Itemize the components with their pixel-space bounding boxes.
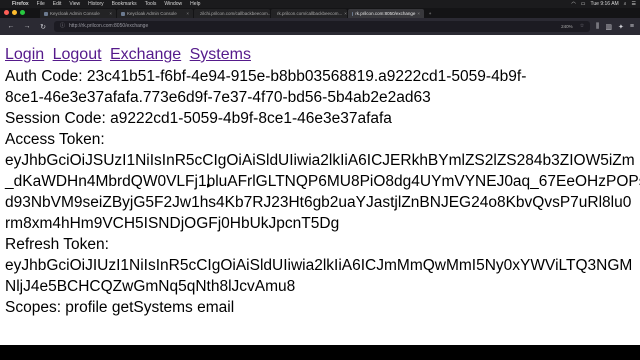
favicon-icon bbox=[44, 11, 48, 16]
menu-window[interactable]: Window bbox=[164, 0, 182, 8]
zoom-level[interactable]: 240% bbox=[558, 21, 576, 32]
tab-label: Keycloak Admin Console bbox=[127, 11, 177, 16]
close-window-icon[interactable] bbox=[4, 10, 9, 15]
reload-icon[interactable]: ↻ bbox=[38, 23, 48, 31]
logout-link[interactable]: Logout bbox=[53, 46, 102, 63]
page-content: Login Logout Exchange Systems Auth Code:… bbox=[0, 35, 640, 345]
menu-edit[interactable]: Edit bbox=[53, 0, 62, 8]
library-icon[interactable]: ⫼ bbox=[596, 23, 599, 31]
nav-links: Login Logout Exchange Systems bbox=[5, 45, 255, 65]
address-bar[interactable]: ⓘ http://rk.prilcon.com:8050/exchange 24… bbox=[54, 21, 591, 32]
minimize-window-icon[interactable] bbox=[12, 10, 17, 15]
tab-label: rk.prilcon.com:8050/exchange bbox=[355, 11, 416, 16]
wifi-icon[interactable]: ◠ bbox=[571, 0, 575, 8]
toolbar-buttons: ⫼ ▥ ✦ ≡ bbox=[596, 23, 634, 31]
tab-callback-1[interactable]: zilchi.prilcon.com/callbackbeecom... × bbox=[194, 9, 270, 18]
info-icon[interactable]: ⓘ bbox=[60, 21, 65, 32]
access-token-label: Access Token: bbox=[5, 131, 105, 148]
back-arrow-icon[interactable]: ← bbox=[6, 23, 16, 30]
auth-code-line-2: 8ce1-46e3e37afafa.773e6d9f-7e37-4f70-bd5… bbox=[5, 89, 431, 106]
refresh-token-label: Refresh Token: bbox=[5, 236, 109, 253]
close-tab-icon[interactable]: × bbox=[417, 9, 420, 18]
menu-bookmarks[interactable]: Bookmarks bbox=[112, 0, 137, 8]
navigation-toolbar: ← → ↻ ⓘ http://rk.prilcon.com:8050/excha… bbox=[0, 18, 640, 35]
window-controls bbox=[4, 10, 25, 15]
menu-file[interactable]: File bbox=[37, 0, 45, 8]
auth-code-line-1: Auth Code: 23c41b51-f6bf-4e94-915e-b8bb0… bbox=[5, 68, 527, 85]
forward-arrow-icon[interactable]: → bbox=[22, 23, 32, 30]
favicon-icon bbox=[121, 11, 125, 16]
tab-exchange[interactable]: rk.prilcon.com:8050/exchange × bbox=[348, 9, 424, 18]
battery-icon[interactable]: ▭ bbox=[581, 0, 586, 8]
access-token-line-4: rm8xm4hHm9VCH5ISNDjOGFj0HbUkJpcnT5Dg bbox=[5, 215, 340, 232]
tab-callback-2[interactable]: rk.prilcon.com/callbackbeecom... × bbox=[271, 9, 347, 18]
refresh-token-line-1: eyJhbGciOiJIUzI1NiIsInR5cCIgOiAiSldUIiwi… bbox=[5, 257, 633, 274]
menu-list-icon[interactable]: ☰ bbox=[632, 0, 636, 8]
favicon-icon bbox=[352, 11, 354, 16]
access-token-line-1: eyJhbGciOiJSUzI1NiIsInR5cCIgOiAiSldUIiwi… bbox=[5, 152, 635, 169]
close-tab-icon[interactable]: × bbox=[109, 9, 112, 18]
close-tab-icon[interactable]: × bbox=[186, 9, 189, 18]
tab-label: rk.prilcon.com/callbackbeecom... bbox=[277, 11, 343, 16]
url-text[interactable]: http://rk.prilcon.com:8050/exchange bbox=[69, 21, 554, 32]
bookmark-star-icon[interactable]: ☆ bbox=[580, 21, 584, 32]
menu-help[interactable]: Help bbox=[190, 0, 200, 8]
systems-link[interactable]: Systems bbox=[190, 46, 251, 63]
tab-label: zilchi.prilcon.com/callbackbeecom... bbox=[200, 11, 270, 16]
tab-label: Keycloak Admin Console bbox=[50, 11, 100, 16]
menu-tools[interactable]: Tools bbox=[145, 0, 157, 8]
mac-menubar: Firefox File Edit View History Bookmarks… bbox=[0, 0, 640, 8]
scopes: Scopes: profile getSystems email bbox=[5, 299, 235, 316]
status-area: ◠ ▭ Tue 9:16 AM ⌕ ☰ bbox=[571, 0, 636, 8]
extensions-icon[interactable]: ✦ bbox=[618, 23, 624, 31]
sidebar-icon[interactable]: ▥ bbox=[605, 23, 612, 31]
tab-keycloak-1[interactable]: Keycloak Admin Console × bbox=[40, 9, 116, 18]
tab-keycloak-2[interactable]: Keycloak Admin Console × bbox=[117, 9, 193, 18]
search-icon[interactable]: ⌕ bbox=[624, 0, 627, 8]
access-token-line-3: d93NbVM9seiZByjG5F2Jw1hs4Kb7RJ23Ht6gb2ua… bbox=[5, 194, 632, 211]
bottom-letterbox bbox=[0, 345, 640, 360]
app-menu-icon[interactable]: ≡ bbox=[630, 23, 634, 31]
new-tab-button[interactable]: + bbox=[425, 9, 435, 18]
exchange-link[interactable]: Exchange bbox=[110, 46, 181, 63]
mouse-cursor-icon: ▸ bbox=[207, 181, 212, 190]
maximize-window-icon[interactable] bbox=[20, 10, 25, 15]
login-link[interactable]: Login bbox=[5, 46, 44, 63]
refresh-token-line-2: NljJ4e5BCHCQZwGmNq5qNth8lJcvAmu8 bbox=[5, 278, 296, 295]
menu-view[interactable]: View bbox=[69, 0, 80, 8]
menu-history[interactable]: History bbox=[88, 0, 104, 8]
clock[interactable]: Tue 9:16 AM bbox=[591, 0, 619, 8]
close-tab-icon[interactable]: × bbox=[344, 9, 347, 18]
access-token-line-2: _dKaWDHn4MbrdQW0VLFj1bluAFrlGLTNQP6MU8Pi… bbox=[5, 173, 640, 190]
tab-strip: Keycloak Admin Console × Keycloak Admin … bbox=[0, 8, 640, 18]
menu-firefox[interactable]: Firefox bbox=[12, 0, 29, 8]
session-code: Session Code: a9222cd1-5059-4b9f-8ce1-46… bbox=[5, 110, 392, 127]
